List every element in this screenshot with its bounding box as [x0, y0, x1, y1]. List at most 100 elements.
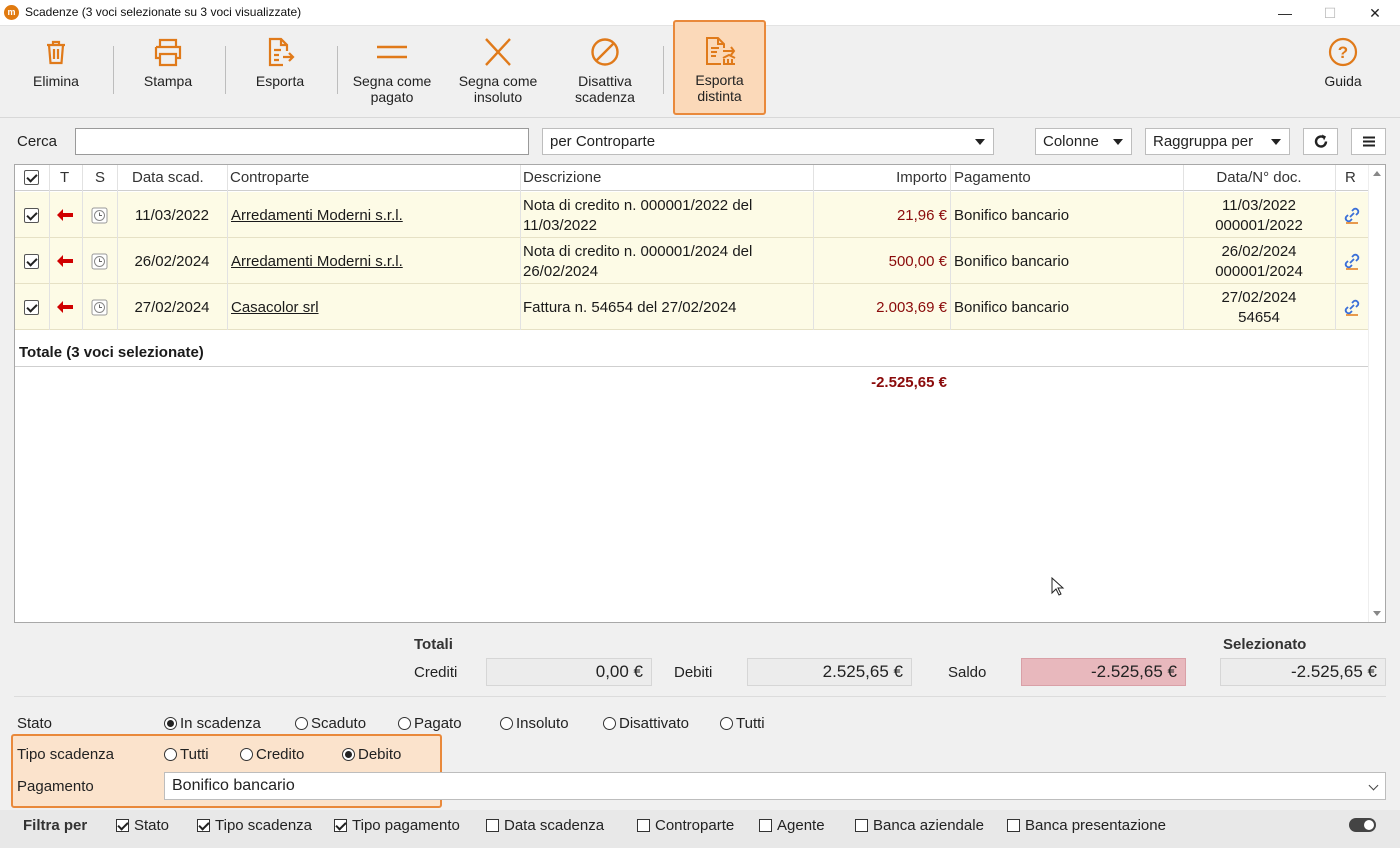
select-all-checkbox[interactable] — [24, 170, 39, 185]
credits-label: Crediti — [414, 664, 458, 681]
header-due-date[interactable]: Data scad. — [132, 165, 204, 191]
filter-by-option[interactable]: Data scadenza — [486, 815, 604, 835]
filter-by-option[interactable]: Stato — [116, 815, 169, 835]
status-label: Stato — [17, 715, 53, 732]
doc-number: 54654 — [1238, 309, 1280, 326]
table-row[interactable]: 26/02/2024 Arredamenti Moderni s.r.l. Nota… — [15, 238, 1368, 284]
row-checkbox[interactable] — [24, 299, 39, 315]
deactivate-label-2: scadenza — [575, 89, 635, 105]
table-row[interactable]: 11/03/2022 Arredamenti Moderni s.r.l. Nota… — [15, 192, 1368, 238]
refresh-button[interactable] — [1303, 128, 1338, 155]
type-option[interactable]: Debito — [342, 744, 401, 764]
search-input[interactable] — [75, 128, 529, 155]
status-option-label: Pagato — [414, 714, 462, 732]
filter-checkbox[interactable] — [486, 818, 499, 832]
mark-paid-button[interactable]: Segna come pagato — [346, 32, 438, 114]
help-label: Guida — [1324, 73, 1362, 89]
hamburger-icon — [1362, 136, 1375, 147]
menu-button[interactable] — [1351, 128, 1386, 155]
close-button[interactable]: ✕ — [1352, 0, 1398, 26]
group-by-dropdown[interactable]: Raggruppa per — [1145, 128, 1290, 155]
bank-document-icon — [705, 37, 735, 65]
status-option[interactable]: In scadenza — [164, 713, 261, 733]
filter-by-option[interactable]: Agente — [759, 815, 825, 835]
mark-unpaid-button[interactable]: Segna come insoluto — [452, 32, 544, 114]
type-option-label: Tutti — [180, 745, 209, 763]
help-button[interactable]: ? Guida — [1308, 32, 1378, 114]
radio-button[interactable] — [500, 716, 513, 730]
filter-by-option[interactable]: Controparte — [637, 815, 734, 835]
header-r[interactable]: R — [1345, 165, 1356, 191]
radio-button[interactable] — [342, 747, 355, 761]
scroll-down-icon[interactable] — [1373, 611, 1381, 616]
payment: Bonifico bancario — [954, 206, 1070, 224]
clock-icon — [91, 207, 108, 223]
filter-by-option[interactable]: Tipo scadenza — [197, 815, 312, 835]
payment: Bonifico bancario — [954, 298, 1070, 316]
header-t[interactable]: T — [60, 165, 69, 191]
vertical-scrollbar[interactable] — [1368, 165, 1385, 622]
filter-checkbox[interactable] — [637, 818, 650, 832]
scroll-up-icon[interactable] — [1373, 171, 1381, 176]
radio-button[interactable] — [295, 716, 308, 730]
counterpart-link[interactable]: Arredamenti Moderni s.r.l. — [231, 207, 403, 224]
export-label: Esporta — [255, 73, 305, 89]
link-icon[interactable] — [1343, 206, 1361, 224]
payment-dropdown[interactable]: Bonifico bancario — [164, 772, 1386, 800]
deactivate-button[interactable]: Disattiva scadenza — [560, 32, 650, 114]
chevron-down-icon — [1368, 780, 1379, 791]
type-option[interactable]: Credito — [240, 744, 304, 764]
radio-button[interactable] — [603, 716, 616, 730]
filter-checkbox[interactable] — [197, 818, 210, 832]
filter-by-option[interactable]: Banca presentazione — [1007, 815, 1166, 835]
type-option[interactable]: Tutti — [164, 744, 209, 764]
filter-checkbox[interactable] — [334, 818, 347, 832]
export-button[interactable]: Esporta — [240, 32, 320, 114]
delete-button[interactable]: Elimina — [16, 32, 96, 114]
status-option[interactable]: Insoluto — [500, 713, 569, 733]
row-checkbox[interactable] — [24, 207, 39, 223]
status-option[interactable]: Scaduto — [295, 713, 366, 733]
radio-button[interactable] — [240, 747, 253, 761]
filter-by-option[interactable]: Banca aziendale — [855, 815, 984, 835]
filter-option-label: Data scadenza — [504, 816, 605, 834]
status-option-label: Tutti — [736, 714, 765, 732]
print-button[interactable]: Stampa — [128, 32, 208, 114]
row-checkbox[interactable] — [24, 253, 39, 269]
header-amount[interactable]: Importo — [814, 165, 947, 191]
header-counterpart[interactable]: Controparte — [230, 165, 309, 191]
toolbar: Elimina Stampa Esporta Segna come pagato… — [0, 20, 1400, 118]
counterpart-link[interactable]: Arredamenti Moderni s.r.l. — [231, 253, 403, 270]
filter-checkbox[interactable] — [116, 818, 129, 832]
columns-dropdown[interactable]: Colonne — [1035, 128, 1132, 155]
columns-label: Colonne — [1043, 133, 1099, 150]
search-mode-dropdown[interactable]: per Controparte — [542, 128, 994, 155]
header-payment[interactable]: Pagamento — [954, 165, 1031, 191]
export-list-button[interactable]: Esporta distinta — [673, 20, 766, 115]
filter-checkbox[interactable] — [855, 818, 868, 832]
filter-checkbox[interactable] — [1007, 818, 1020, 832]
status-option[interactable]: Disattivato — [603, 713, 689, 733]
status-option[interactable]: Tutti — [720, 713, 765, 733]
filter-by-option[interactable]: Tipo pagamento — [334, 815, 460, 835]
filter-checkbox[interactable] — [759, 818, 772, 832]
minimize-button[interactable]: — — [1262, 0, 1308, 26]
filter-option-label: Controparte — [655, 816, 735, 834]
toggle-switch[interactable] — [1349, 818, 1376, 832]
payment: Bonifico bancario — [954, 252, 1070, 270]
radio-button[interactable] — [164, 716, 177, 730]
header-s[interactable]: S — [95, 165, 105, 191]
status-option[interactable]: Pagato — [398, 713, 462, 733]
radio-button[interactable] — [720, 716, 733, 730]
counterpart-link[interactable]: Casacolor srl — [231, 299, 319, 316]
maximize-button[interactable]: ☐ — [1307, 0, 1353, 26]
header-doc[interactable]: Data/N° doc. — [1184, 165, 1334, 191]
radio-button[interactable] — [398, 716, 411, 730]
link-icon[interactable] — [1343, 252, 1361, 270]
link-icon[interactable] — [1343, 298, 1361, 316]
table-row[interactable]: 27/02/2024 Casacolor srl Fattura n. 54654 … — [15, 284, 1368, 330]
filter-option-label: Tipo pagamento — [352, 816, 460, 834]
clock-icon — [91, 299, 108, 315]
radio-button[interactable] — [164, 747, 177, 761]
header-description[interactable]: Descrizione — [523, 165, 601, 191]
